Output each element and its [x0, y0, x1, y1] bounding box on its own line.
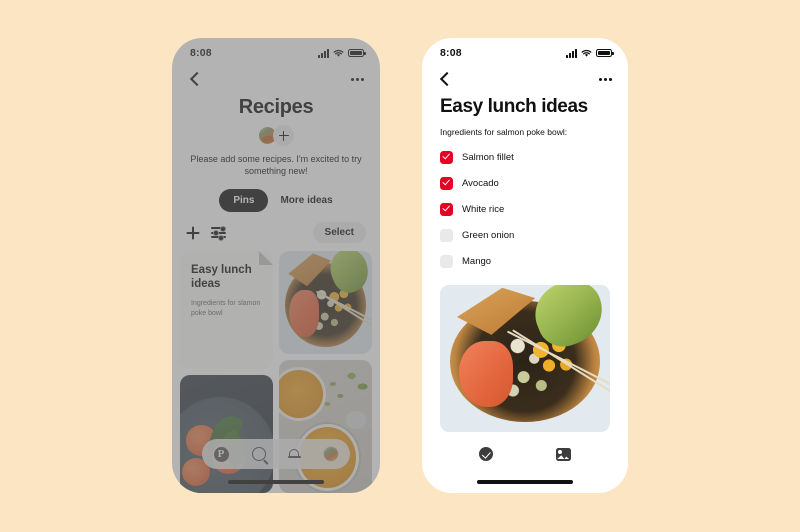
- salmon-shape: [289, 290, 319, 337]
- checkbox-checked-icon[interactable]: [440, 202, 453, 216]
- home-indicator: [228, 480, 324, 484]
- salmon-shape: [459, 340, 513, 408]
- checklist-item-label: Avocado: [462, 177, 499, 189]
- checklist-item-label: Salmon fillet: [462, 151, 514, 163]
- wifi-icon: [581, 49, 592, 57]
- pumpkin-soup-pin[interactable]: [279, 360, 372, 493]
- ingredient-checklist: Salmon fillet Avocado White rice Green o…: [422, 137, 628, 268]
- poke-bowl-pin[interactable]: [279, 251, 372, 355]
- checkbox-unchecked-icon[interactable]: [440, 254, 453, 268]
- pinterest-logo-icon[interactable]: P: [213, 446, 229, 462]
- checklist-item-white-rice[interactable]: White rice: [440, 202, 610, 216]
- board-tabs: Pins More ideas: [172, 189, 380, 213]
- pinterest-note-screen: 8:08 Easy lunch ideas Ingredients for sa…: [422, 38, 628, 493]
- checklist-item-mango[interactable]: Mango: [440, 254, 610, 268]
- plus-icon[interactable]: [186, 226, 200, 240]
- signal-icon: [566, 48, 577, 58]
- screenshot-canvas: 8:08 Recipes Please add some recipes. I'…: [0, 0, 800, 532]
- nav-row: [422, 64, 628, 94]
- status-time: 8:08: [440, 47, 462, 59]
- status-icons: [318, 48, 366, 58]
- bottom-tab-bar: P: [202, 439, 350, 469]
- checklist-item-salmon-fillet[interactable]: Salmon fillet: [440, 150, 610, 164]
- home-indicator: [477, 480, 573, 484]
- more-horizontal-icon[interactable]: [350, 77, 364, 81]
- back-icon[interactable]: [438, 71, 454, 87]
- checklist-tool-icon[interactable]: [479, 447, 494, 461]
- select-button[interactable]: Select: [312, 222, 366, 244]
- pinterest-board-screen: 8:08 Recipes Please add some recipes. I'…: [172, 38, 380, 493]
- signal-icon: [318, 48, 329, 58]
- tab-more-ideas[interactable]: More ideas: [280, 195, 332, 206]
- checkbox-unchecked-icon[interactable]: [440, 228, 453, 242]
- status-bar: 8:08: [172, 38, 380, 64]
- poke-bowl-photo[interactable]: [440, 284, 610, 432]
- add-collaborator-plus-icon[interactable]: [273, 125, 294, 146]
- right-phone-frame: 8:08 Easy lunch ideas Ingredients for sa…: [422, 38, 628, 493]
- board-description: Please add some recipes. I'm excited to …: [190, 154, 362, 177]
- bell-icon[interactable]: [287, 448, 301, 460]
- note-card-subtitle: Ingredients for slamon poke bowl: [191, 300, 261, 317]
- checklist-item-label: White rice: [462, 203, 505, 215]
- note-toolbar: [422, 439, 628, 469]
- page-title: Easy lunch ideas: [440, 96, 588, 117]
- checklist-item-avocado[interactable]: Avocado: [440, 176, 610, 190]
- collaborator-row: [172, 125, 380, 146]
- nav-row: [172, 64, 380, 94]
- tab-pins[interactable]: Pins: [219, 189, 269, 213]
- more-horizontal-icon[interactable]: [598, 77, 612, 81]
- checkbox-checked-icon[interactable]: [440, 150, 453, 164]
- search-icon[interactable]: [251, 447, 266, 461]
- checklist-item-label: Green onion: [462, 229, 515, 241]
- note-subtitle: Ingredients for salmon poke bowl:: [440, 126, 568, 137]
- board-tools-row: Select: [172, 212, 380, 244]
- status-time: 8:08: [190, 47, 212, 59]
- sliders-icon[interactable]: [211, 225, 226, 241]
- note-card-pin[interactable]: Easy lunch ideas Ingredients for slamon …: [180, 251, 273, 370]
- battery-icon: [596, 49, 614, 57]
- note-card-title: Easy lunch ideas: [191, 264, 252, 291]
- status-bar: 8:08: [422, 38, 628, 64]
- battery-icon: [348, 49, 366, 57]
- tomato-basil-pin[interactable]: [180, 375, 273, 493]
- back-icon[interactable]: [188, 71, 204, 87]
- checkbox-checked-icon[interactable]: [440, 176, 453, 190]
- checklist-item-green-onion[interactable]: Green onion: [440, 228, 610, 242]
- wifi-icon: [333, 49, 344, 57]
- note-header: Easy lunch ideas Ingredients for salmon …: [422, 94, 628, 137]
- checklist-item-label: Mango: [462, 255, 492, 267]
- left-phone-frame: 8:08 Recipes Please add some recipes. I'…: [172, 38, 380, 493]
- status-icons: [566, 48, 614, 58]
- board-tools-left: [186, 225, 226, 241]
- image-tool-icon[interactable]: [555, 447, 571, 461]
- board-title: Recipes: [238, 96, 314, 118]
- profile-avatar-icon[interactable]: [322, 446, 339, 462]
